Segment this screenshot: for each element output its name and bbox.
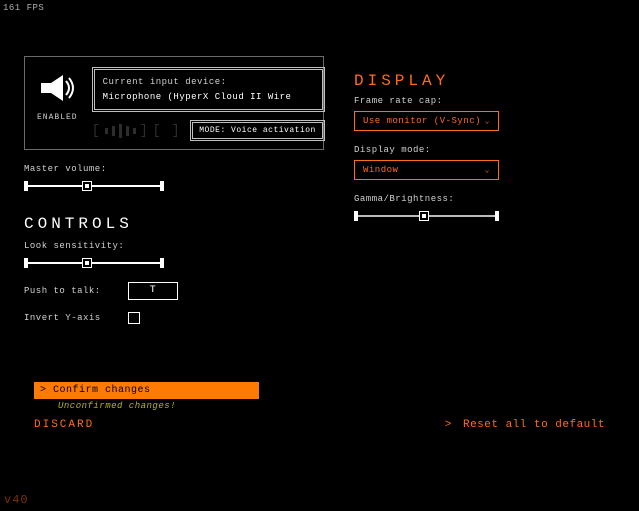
master-volume-setting: Master volume:	[24, 164, 324, 193]
chevron-down-icon: ⌄	[485, 116, 490, 126]
controls-heading: CONTROLS	[24, 215, 324, 233]
master-volume-label: Master volume:	[24, 164, 324, 174]
confirm-changes-label: Confirm changes	[53, 385, 151, 396]
push-to-talk-field: Push to talk: T	[24, 282, 324, 300]
reset-all-button[interactable]: > Reset all to default	[445, 419, 605, 431]
chevron-down-icon: ⌄	[485, 165, 490, 175]
fps-counter: 161 FPS	[3, 3, 44, 13]
input-level-meter: [ ] []	[92, 123, 181, 139]
look-sensitivity-label: Look sensitivity:	[24, 241, 324, 251]
caret-right-icon: >	[40, 385, 53, 396]
display-mode-label: Display mode:	[354, 145, 615, 155]
display-mode-value: Window	[363, 165, 398, 175]
discard-button[interactable]: DISCARD	[34, 419, 94, 431]
look-sensitivity-slider[interactable]	[24, 256, 164, 270]
voice-enabled-label: ENABLED	[37, 113, 78, 122]
frame-rate-cap-select[interactable]: Use monitor (V-Sync) ⌄	[354, 111, 499, 131]
master-volume-slider[interactable]	[24, 179, 164, 193]
look-sensitivity-setting: Look sensitivity:	[24, 241, 324, 270]
frame-rate-cap-label: Frame rate cap:	[354, 96, 615, 106]
reset-all-label: Reset all to default	[463, 419, 605, 431]
gamma-slider[interactable]	[354, 209, 499, 223]
voice-mode-select[interactable]: MODE: Voice activation	[190, 120, 325, 141]
invert-y-checkbox[interactable]	[128, 312, 140, 324]
caret-right-icon: >	[445, 419, 452, 431]
push-to-talk-label: Push to talk:	[24, 286, 116, 296]
voice-enabled-toggle[interactable]: ENABLED	[37, 67, 78, 122]
display-mode-select[interactable]: Window ⌄	[354, 160, 499, 180]
gamma-label: Gamma/Brightness:	[354, 194, 615, 204]
invert-y-field: Invert Y-axis	[24, 312, 324, 324]
input-device-select[interactable]: Current input device: Microphone (HyperX…	[92, 67, 325, 112]
input-device-label: Current input device:	[103, 76, 314, 89]
display-heading: DISPLAY	[354, 72, 615, 90]
unconfirmed-changes-warning: Unconfirmed changes!	[58, 401, 605, 411]
build-version: v40	[4, 493, 29, 507]
confirm-changes-button[interactable]: > Confirm changes	[34, 382, 259, 399]
audio-input-panel: ENABLED Current input device: Microphone…	[24, 56, 324, 150]
push-to-talk-keybind[interactable]: T	[128, 282, 178, 300]
invert-y-label: Invert Y-axis	[24, 313, 116, 323]
frame-rate-cap-value: Use monitor (V-Sync)	[363, 116, 481, 126]
input-device-name: Microphone (HyperX Cloud II Wire	[103, 91, 314, 104]
megaphone-icon	[37, 73, 77, 103]
